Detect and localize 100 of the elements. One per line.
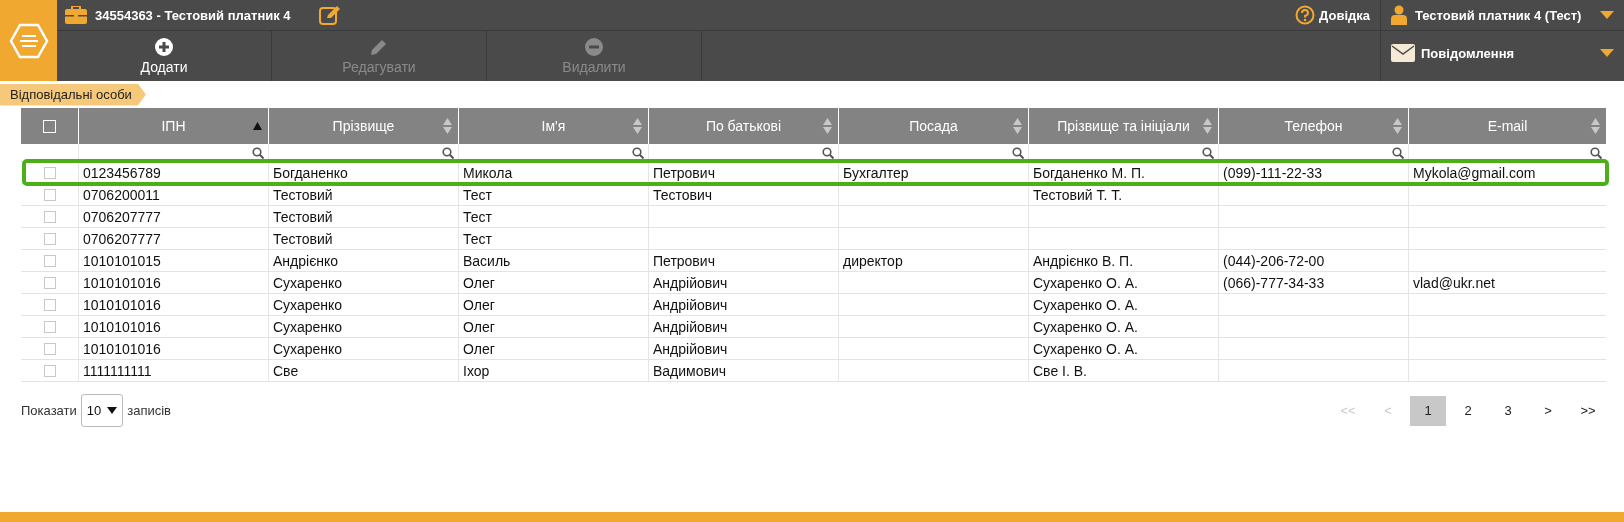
table-cell: Сухаренко О. А. <box>1033 274 1138 291</box>
table-cell: Све І. В. <box>1033 362 1087 379</box>
row-checkbox[interactable] <box>43 298 56 311</box>
table-cell: Сухаренко <box>273 340 343 357</box>
table-cell: Сухаренко О. А. <box>1033 340 1138 357</box>
table-cell: Петрович <box>653 164 715 181</box>
search-icon[interactable] <box>442 146 454 159</box>
table-cell: Андрійович <box>653 318 728 335</box>
table-cell: 0706207777 <box>83 208 161 225</box>
search-icon[interactable] <box>822 146 834 159</box>
table-cell: (066)-777-34-33 <box>1223 274 1325 291</box>
page-size-select[interactable]: 10 <box>80 394 124 427</box>
company-title: 34554363 - Тестовий платник 4 <box>95 7 291 23</box>
column-header[interactable]: ІПН <box>78 108 268 144</box>
table-cell: (044)-206-72-00 <box>1223 252 1325 269</box>
table-cell: 1010101015 <box>83 252 161 269</box>
sort-icon[interactable] <box>1591 118 1600 134</box>
search-icon[interactable] <box>1392 146 1404 159</box>
search-icon[interactable] <box>1012 146 1024 159</box>
sort-icon[interactable] <box>633 118 642 134</box>
column-header[interactable]: E-mail <box>1408 108 1606 144</box>
search-icon[interactable] <box>632 146 644 159</box>
table-cell: Све <box>273 362 299 379</box>
table-cell: Олег <box>463 296 495 313</box>
table-cell: 0706200011 <box>83 186 160 203</box>
table-cell: vlad@ukr.net <box>1413 274 1495 291</box>
table-cell: Василь <box>463 252 511 269</box>
dropdown-icon <box>107 407 118 414</box>
table-cell: 1010101016 <box>83 318 161 335</box>
edit-icon[interactable] <box>318 5 341 25</box>
row-checkbox[interactable] <box>43 320 56 333</box>
page-link[interactable]: >> <box>1570 395 1606 426</box>
column-header[interactable]: Ім'я <box>458 108 648 144</box>
plus-icon <box>155 37 173 56</box>
sort-icon[interactable] <box>443 118 452 134</box>
messages-menu[interactable]: Повідомлення <box>1380 25 1624 81</box>
table-cell: Андрійович <box>653 340 728 357</box>
help-link[interactable]: Довідка <box>1295 5 1380 25</box>
page-link[interactable]: 1 <box>1410 395 1446 426</box>
table-cell: директор <box>843 252 903 269</box>
page-size-label: записів <box>127 403 172 418</box>
row-checkbox[interactable] <box>43 364 56 377</box>
caret-icon <box>1600 11 1614 19</box>
table-cell: Сухаренко <box>273 296 343 313</box>
sort-icon[interactable] <box>1393 118 1402 134</box>
table-cell: Сухаренко <box>273 274 343 291</box>
user-menu[interactable]: Тестовий платник 4 (Тест) <box>1380 0 1624 30</box>
table-cell: 1010101016 <box>83 296 161 313</box>
row-checkbox[interactable] <box>43 188 56 201</box>
envelope-icon <box>1391 44 1415 62</box>
briefcase-icon <box>65 6 87 24</box>
menu-button[interactable] <box>0 0 57 81</box>
row-checkbox[interactable] <box>43 210 56 223</box>
table-cell: Тест <box>463 208 492 225</box>
minus-icon <box>585 37 603 56</box>
page-link[interactable]: 3 <box>1490 395 1526 426</box>
table-cell: Бухгалтер <box>843 164 909 181</box>
row-checkbox[interactable] <box>43 232 56 245</box>
select-all-checkbox[interactable] <box>43 119 56 133</box>
row-checkbox[interactable] <box>43 342 56 355</box>
table-cell: Петрович <box>653 252 715 269</box>
table-cell: Андрієнко В. П. <box>1033 252 1134 269</box>
search-icon[interactable] <box>1590 146 1602 159</box>
table-cell: (099)-111-22-33 <box>1223 164 1323 181</box>
table-cell: Тест <box>463 186 492 203</box>
sort-icon[interactable] <box>1203 118 1212 134</box>
row-checkbox[interactable] <box>43 254 56 267</box>
table-cell: Андрієнко <box>273 252 339 269</box>
table-cell: Іхор <box>463 362 490 379</box>
table-cell: 0706207777 <box>83 230 161 247</box>
sort-icon[interactable] <box>1013 118 1022 134</box>
page-link[interactable]: > <box>1530 395 1566 426</box>
table-cell: 1010101016 <box>83 274 161 291</box>
table-cell: 1010101016 <box>83 340 161 357</box>
column-header[interactable]: Телефон <box>1218 108 1408 144</box>
table-cell: 0123456789 <box>83 164 161 181</box>
table-cell: Сухаренко <box>273 318 343 335</box>
table-cell: Тестовий <box>273 186 333 203</box>
column-header[interactable]: Прізвище <box>268 108 458 144</box>
sort-ascending-icon[interactable] <box>253 122 262 130</box>
page-link[interactable]: 2 <box>1450 395 1486 426</box>
pencil-icon <box>370 37 388 56</box>
search-icon[interactable] <box>252 146 264 159</box>
table-cell: Олег <box>463 340 495 357</box>
table-cell: Тестович <box>653 186 713 203</box>
table-cell: Тестовий <box>273 208 333 225</box>
sort-icon[interactable] <box>823 118 832 134</box>
table-cell: Сухаренко О. А. <box>1033 318 1138 335</box>
row-checkbox[interactable] <box>43 166 56 179</box>
table-cell: Вадимович <box>653 362 727 379</box>
table-cell: Олег <box>463 274 495 291</box>
row-checkbox[interactable] <box>43 276 56 289</box>
table-cell: Mykola@gmail.com <box>1413 164 1536 181</box>
help-icon <box>1295 5 1316 25</box>
column-header[interactable]: Прізвище та ініціали <box>1028 108 1218 144</box>
table-cell: Андрійович <box>653 296 728 313</box>
column-header[interactable]: Посада <box>838 108 1028 144</box>
search-icon[interactable] <box>1202 146 1214 159</box>
column-header[interactable]: По батькові <box>648 108 838 144</box>
user-icon <box>1391 5 1407 25</box>
